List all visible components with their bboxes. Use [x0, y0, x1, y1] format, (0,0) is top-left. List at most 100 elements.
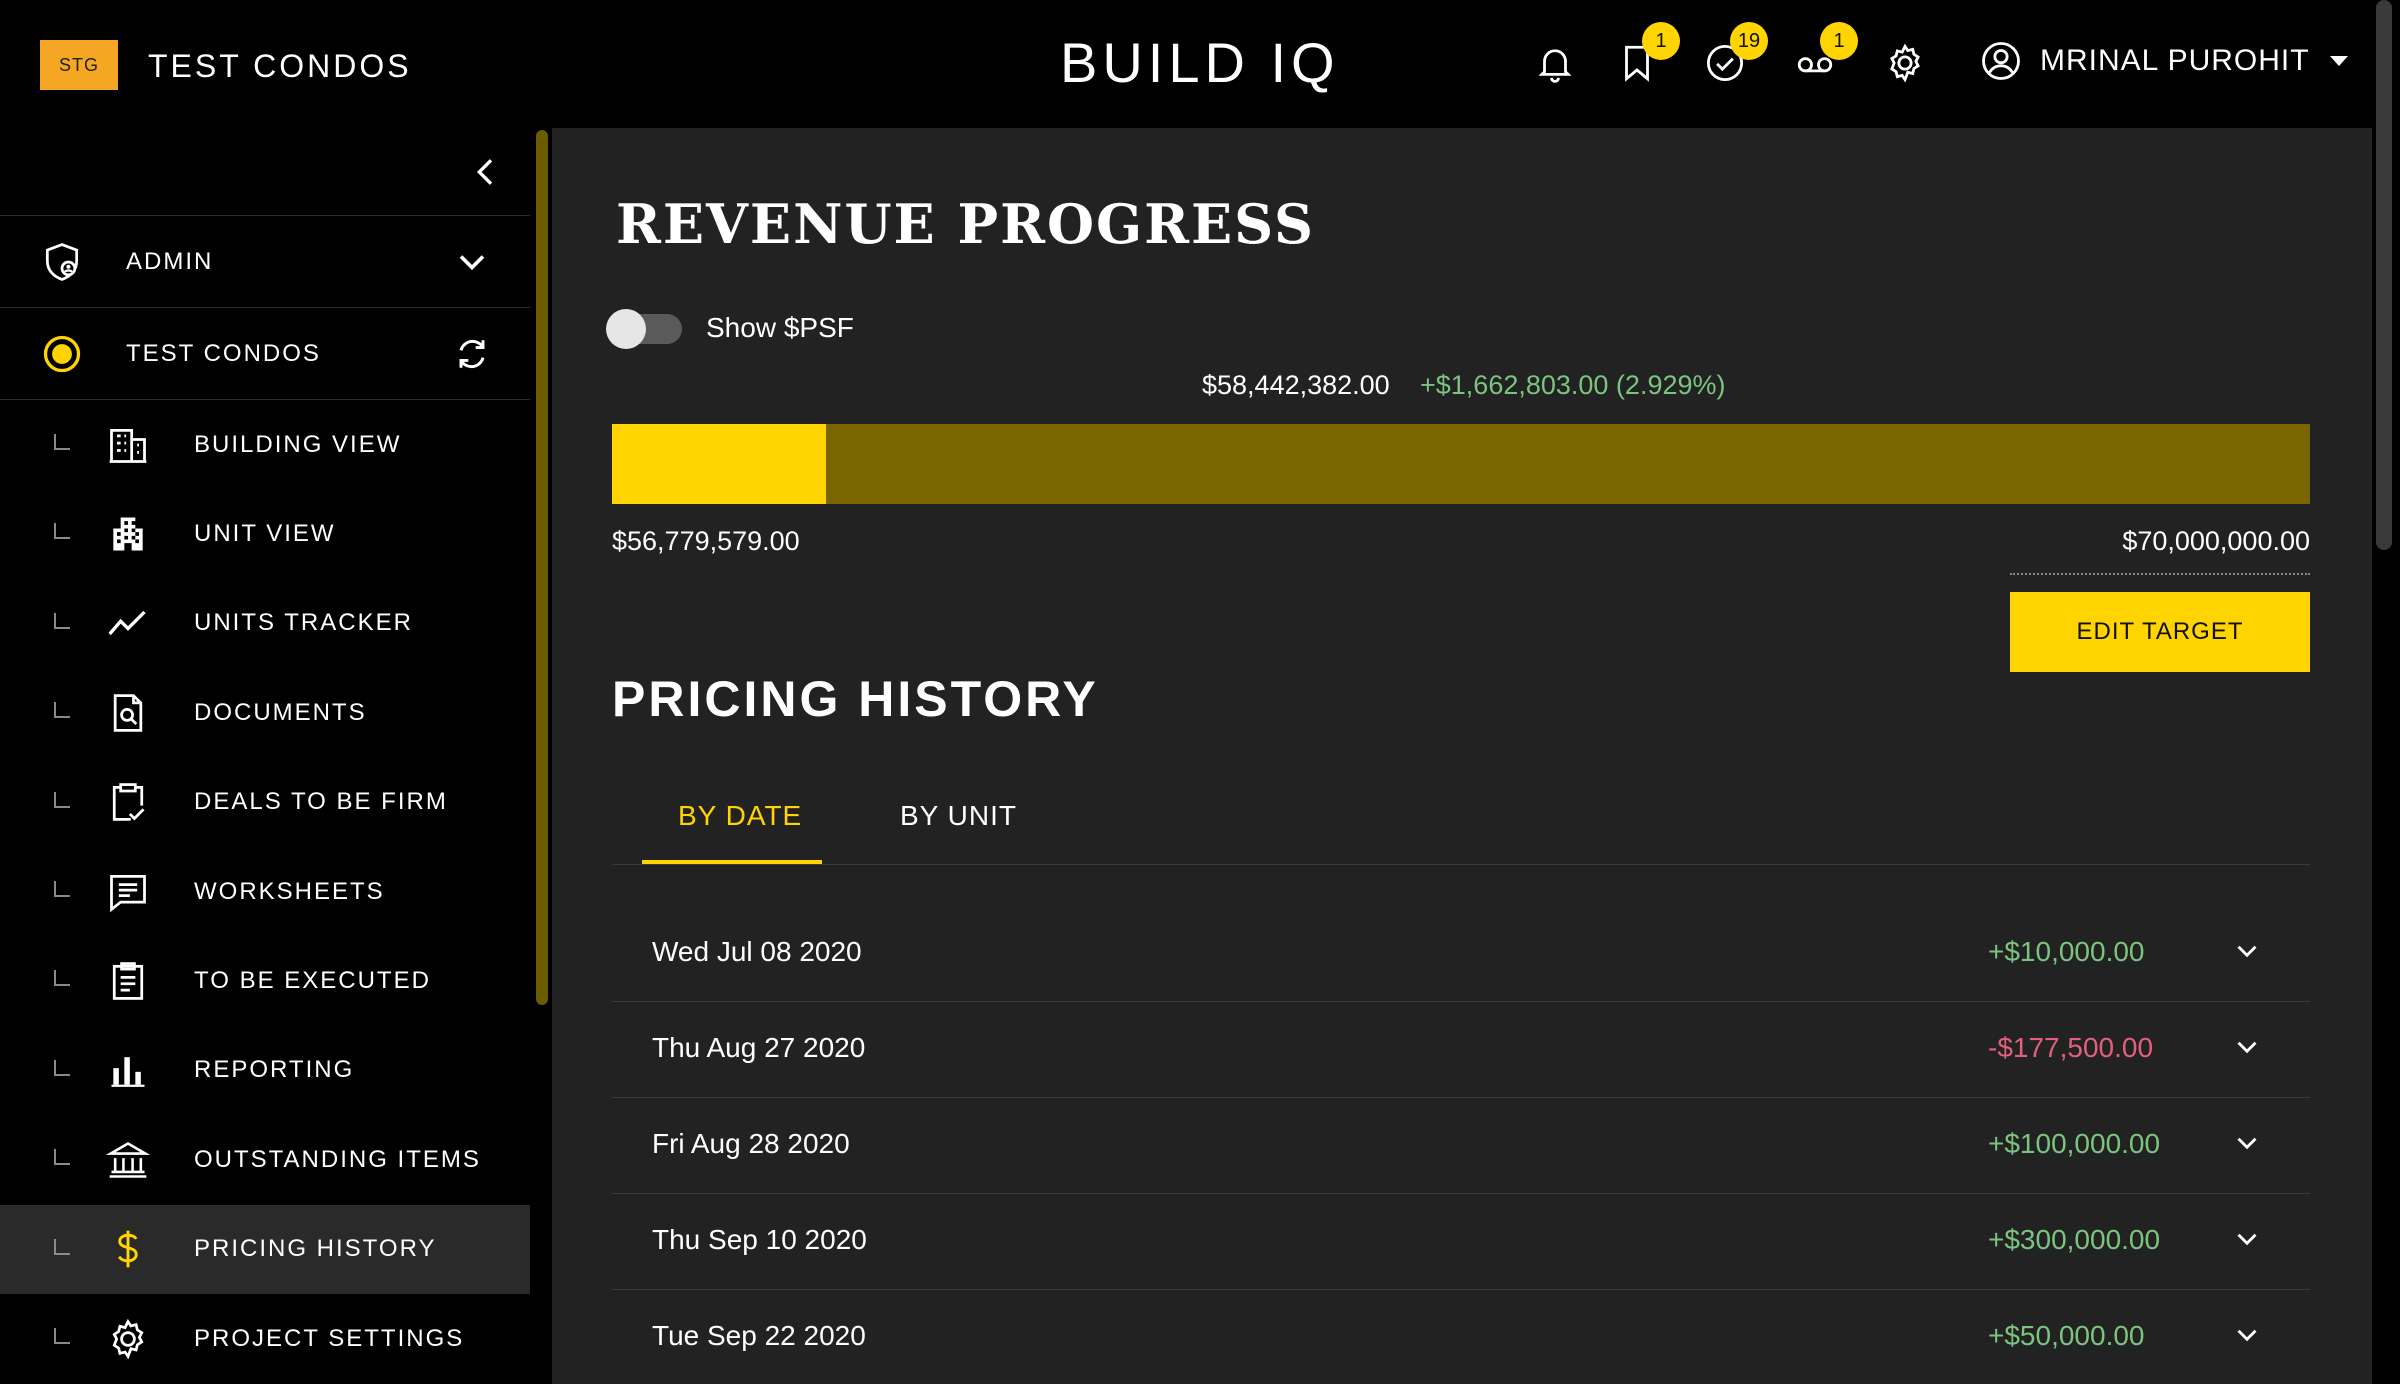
sidebar-scrollbar[interactable] [536, 130, 548, 1005]
gear-icon [104, 1315, 152, 1363]
current-revenue: $58,442,382.00 [1202, 370, 1390, 400]
sidebar-item-documents[interactable]: DOCUMENTS [0, 668, 530, 757]
tree-connector [54, 523, 70, 540]
bookmark-icon[interactable]: 1 [1614, 22, 1680, 86]
sidebar-group-project[interactable]: TEST CONDOS [0, 308, 530, 400]
sidebar-item-label: DOCUMENTS [194, 698, 367, 726]
bar-chart-icon [104, 1046, 152, 1094]
dollar-icon [104, 1225, 152, 1273]
tree-connector [54, 1149, 70, 1166]
sidebar-collapse-row [0, 128, 530, 216]
tree-connector [54, 970, 70, 987]
notification-badge: 1 [1642, 22, 1680, 60]
sidebar-item-label: WORKSHEETS [194, 877, 385, 905]
voicemail-icon[interactable]: 1 [1792, 22, 1858, 86]
trend-line-icon [104, 599, 152, 647]
history-date: Wed Jul 08 2020 [652, 936, 862, 967]
toggle-knob [606, 309, 646, 349]
chevron-down-icon[interactable] [2230, 1222, 2264, 1256]
bell-icon[interactable] [1532, 40, 1578, 86]
sidebar-item-label: TO BE EXECUTED [194, 967, 431, 995]
history-date: Tue Sep 22 2020 [652, 1320, 866, 1351]
sidebar-group-label: ADMIN [126, 247, 214, 275]
tree-connector [54, 1059, 70, 1076]
starting-revenue: $56,779,579.00 [612, 526, 800, 556]
top-bar: STG TEST CONDOS BUILD IQ 1 19 1 MRINAL P… [0, 0, 2400, 128]
page-scrollbar[interactable] [2376, 0, 2392, 550]
revenue-progress-bar [612, 424, 2310, 504]
psf-toggle[interactable] [606, 309, 682, 349]
sidebar-item-worksheets[interactable]: WORKSHEETS [0, 847, 530, 936]
chevron-down-icon[interactable] [2230, 1126, 2264, 1160]
sidebar-item-label: UNITS TRACKER [194, 609, 413, 637]
tree-connector [54, 791, 70, 808]
target-revenue[interactable]: $70,000,000.00 [2010, 526, 2310, 575]
edit-target-button[interactable]: EDIT TARGET [2010, 592, 2310, 672]
sidebar-item-pricing-history[interactable]: PRICING HISTORY [0, 1204, 530, 1294]
revenue-change: +$1,662,803.00 (2.929%) [1420, 370, 1726, 400]
sidebar-item-building-view[interactable]: BUILDING VIEW [0, 400, 530, 489]
history-amount: +$10,000.00 [1988, 936, 2145, 967]
history-row[interactable]: Fri Aug 28 2020 +$100,000.00 [612, 1098, 2310, 1194]
psf-toggle-label: Show $PSF [706, 312, 854, 343]
tree-connector [54, 880, 70, 897]
user-menu[interactable]: MRINAL PUROHIT [1980, 40, 2348, 82]
tree-connector [54, 1238, 70, 1255]
refresh-icon[interactable] [450, 332, 494, 376]
shield-user-icon [45, 242, 79, 281]
sidebar-item-label: UNIT VIEW [194, 520, 336, 548]
pricing-tabs: BY DATE BY UNIT [612, 780, 2310, 865]
chevron-down-icon[interactable] [450, 240, 494, 284]
project-name[interactable]: TEST CONDOS [148, 48, 412, 85]
history-amount: -$177,500.00 [1988, 1032, 2154, 1063]
user-avatar-icon [1982, 42, 2020, 80]
radio-target-icon [43, 335, 81, 372]
check-circle-icon[interactable]: 19 [1702, 22, 1768, 86]
notification-badge: 19 [1730, 22, 1768, 60]
brand-logo[interactable]: BUILD IQ [1060, 30, 1340, 95]
history-amount: +$50,000.00 [1988, 1320, 2145, 1351]
chevron-down-icon[interactable] [2230, 1318, 2264, 1352]
message-list-icon [104, 868, 152, 916]
bank-icon [104, 1136, 152, 1184]
history-row[interactable]: Thu Aug 27 2020 -$177,500.00 [612, 1002, 2310, 1098]
sidebar-group-admin[interactable]: ADMIN [0, 216, 530, 308]
sidebar-item-outstanding-items[interactable]: OUTSTANDING ITEMS [0, 1115, 530, 1204]
tree-connector [54, 612, 70, 629]
building-icon [104, 421, 152, 469]
clipboard-check-icon [104, 778, 152, 826]
history-date: Thu Sep 10 2020 [652, 1224, 867, 1255]
sidebar-item-unit-view[interactable]: UNIT VIEW [0, 489, 530, 578]
gear-icon[interactable] [1882, 40, 1928, 86]
chevron-down-icon[interactable] [2230, 934, 2264, 968]
notification-badge: 1 [1820, 22, 1858, 60]
sidebar-item-label: BUILDING VIEW [194, 430, 402, 458]
chevron-down-icon[interactable] [2230, 1030, 2264, 1064]
sidebar-item-units-tracker[interactable]: UNITS TRACKER [0, 579, 530, 668]
sidebar-item-label: OUTSTANDING ITEMS [194, 1145, 481, 1173]
tree-connector [54, 1327, 70, 1344]
sidebar-item-reporting[interactable]: REPORTING [0, 1026, 530, 1115]
sidebar-item-label: PRICING HISTORY [194, 1235, 437, 1263]
chevron-down-icon [2329, 56, 2348, 66]
history-row[interactable]: Tue Sep 22 2020 +$50,000.00 [612, 1290, 2310, 1384]
tree-connector [54, 702, 70, 719]
history-row[interactable]: Thu Sep 10 2020 +$300,000.00 [612, 1194, 2310, 1290]
sidebar-item-deals-to-be-firm[interactable]: DEALS TO BE FIRM [0, 758, 530, 847]
history-date: Fri Aug 28 2020 [652, 1128, 850, 1159]
sidebar-item-label: PROJECT SETTINGS [194, 1324, 465, 1352]
sidebar-item-to-be-executed[interactable]: TO BE EXECUTED [0, 936, 530, 1025]
history-row[interactable]: Wed Jul 08 2020 +$10,000.00 [612, 906, 2310, 1002]
tab-by-date[interactable]: BY DATE [678, 800, 802, 832]
sidebar-item-label: REPORTING [194, 1056, 355, 1084]
tab-by-unit[interactable]: BY UNIT [900, 800, 1017, 832]
sidebar: ADMIN TEST CONDOS BUILDING VIEW UNIT VIE… [0, 128, 530, 1384]
section-title: PRICING HISTORY [612, 671, 1099, 727]
pricing-history-list: Wed Jul 08 2020 +$10,000.00 Thu Aug 27 2… [612, 906, 2310, 1384]
chevron-left-icon[interactable] [466, 152, 506, 192]
sidebar-item-project-settings[interactable]: PROJECT SETTINGS [0, 1294, 530, 1383]
history-date: Thu Aug 27 2020 [652, 1032, 866, 1063]
clipboard-list-icon [104, 957, 152, 1005]
user-name: MRINAL PUROHIT [2040, 44, 2310, 77]
tree-connector [54, 434, 70, 450]
